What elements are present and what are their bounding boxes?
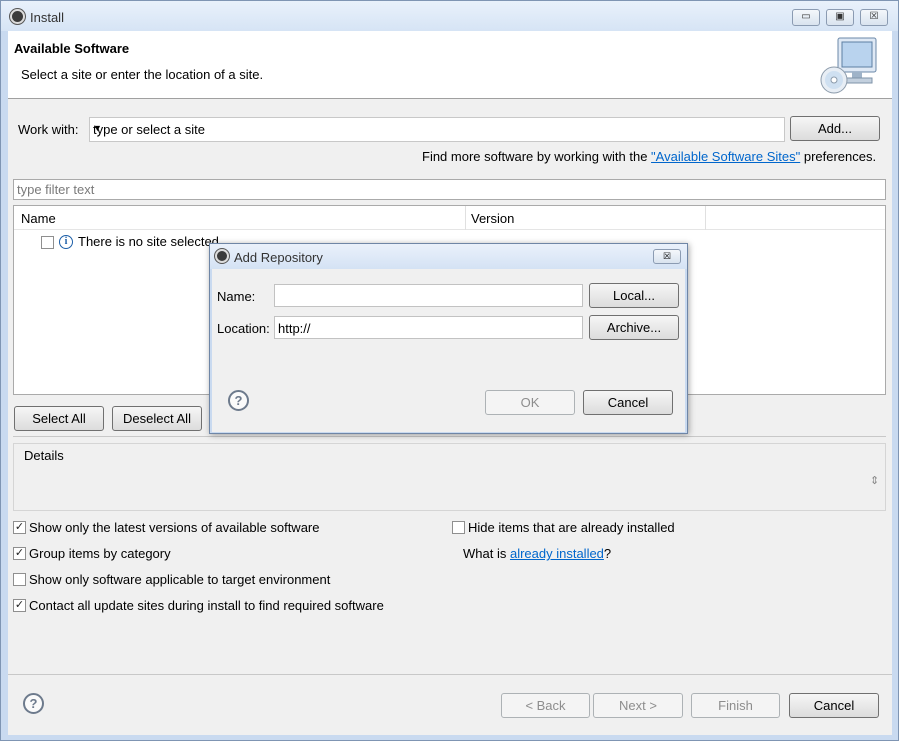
work-with-label: Work with: [18, 122, 79, 137]
what-is-prefix: What is [463, 546, 510, 561]
local-button[interactable]: Local... [589, 283, 679, 308]
select-all-button[interactable]: Select All [14, 406, 104, 431]
back-button[interactable]: < Back [501, 693, 590, 718]
divider [13, 436, 886, 437]
dialog-cancel-button[interactable]: Cancel [583, 390, 673, 415]
title-bar[interactable]: Install ▭ ▣ ☒ [1, 1, 898, 31]
close-button[interactable]: ☒ [860, 9, 888, 26]
location-field[interactable]: http:// [274, 316, 583, 339]
dialog-title: Add Repository [234, 250, 323, 265]
applicable-software-label: Show only software applicable to target … [29, 572, 331, 587]
page-title: Available Software [14, 41, 130, 56]
contact-update-sites-label: Contact all update sites during install … [29, 598, 384, 613]
hide-installed-label: Hide items that are already installed [468, 520, 675, 535]
applicable-software-checkbox[interactable] [13, 573, 26, 586]
contact-update-sites-checkbox[interactable]: ✓ [13, 599, 26, 612]
minimize-button[interactable]: ▭ [792, 9, 820, 26]
next-button[interactable]: Next > [593, 693, 683, 718]
dropdown-arrow-icon[interactable]: ▼ [93, 123, 780, 133]
what-is-installed-text: What is already installed? [463, 546, 611, 561]
more-software-suffix: preferences. [800, 149, 877, 164]
row-checkbox[interactable] [41, 236, 54, 249]
latest-versions-checkbox[interactable]: ✓ [13, 521, 26, 534]
column-name[interactable]: Name [21, 211, 56, 226]
help-icon[interactable]: ? [23, 693, 44, 714]
dialog-close-button[interactable]: ☒ [653, 249, 681, 264]
location-value: http:// [278, 321, 311, 336]
group-by-category-label: Group items by category [29, 546, 171, 561]
group-by-category-checkbox[interactable]: ✓ [13, 547, 26, 560]
add-repository-dialog: Add Repository ☒ Name: Local... Location… [209, 243, 688, 434]
location-label: Location: [217, 321, 270, 336]
latest-versions-label: Show only the latest versions of availab… [29, 520, 320, 535]
maximize-button[interactable]: ▣ [826, 9, 854, 26]
filter-input[interactable]: type filter text [13, 179, 886, 200]
available-software-sites-link[interactable]: "Available Software Sites" [651, 149, 800, 164]
finish-button[interactable]: Finish [691, 693, 780, 718]
archive-button[interactable]: Archive... [589, 315, 679, 340]
ok-button[interactable]: OK [485, 390, 575, 415]
hide-installed-checkbox[interactable] [452, 521, 465, 534]
dialog-title-bar[interactable]: Add Repository ☒ [210, 244, 687, 269]
column-separator [465, 206, 466, 230]
table-header: Name Version [14, 206, 885, 230]
add-site-button[interactable]: Add... [790, 116, 880, 141]
name-label: Name: [217, 289, 256, 304]
dialog-body: Name: Local... Location: http:// Archive… [212, 269, 685, 432]
page-description: Select a site or enter the location of a… [21, 67, 264, 82]
help-icon[interactable]: ? [228, 390, 249, 411]
details-panel: Details ⇕ [13, 443, 886, 511]
name-field[interactable] [274, 284, 583, 307]
install-software-icon [820, 37, 877, 94]
already-installed-link[interactable]: already installed [510, 546, 604, 561]
table-row[interactable]: There is no site selected. [78, 234, 223, 249]
scroll-arrows-icon[interactable]: ⇕ [870, 474, 879, 487]
column-separator [705, 206, 706, 230]
filter-placeholder: type filter text [17, 182, 95, 197]
eclipse-icon [10, 9, 25, 24]
footer-divider [8, 674, 892, 675]
what-is-suffix: ? [603, 546, 612, 561]
window-title: Install [30, 10, 64, 25]
cancel-button[interactable]: Cancel [789, 693, 879, 718]
more-software-prefix: Find more software by working with the [422, 149, 652, 164]
info-icon: i [59, 235, 73, 249]
work-with-combo[interactable]: type or select a site ▼ [89, 117, 785, 142]
eclipse-icon [215, 249, 229, 263]
wizard-header: Available Software Select a site or ente… [8, 31, 892, 99]
details-label: Details [22, 448, 66, 463]
deselect-all-button[interactable]: Deselect All [112, 406, 202, 431]
column-version[interactable]: Version [471, 211, 514, 226]
more-software-text: Find more software by working with the "… [422, 149, 876, 164]
